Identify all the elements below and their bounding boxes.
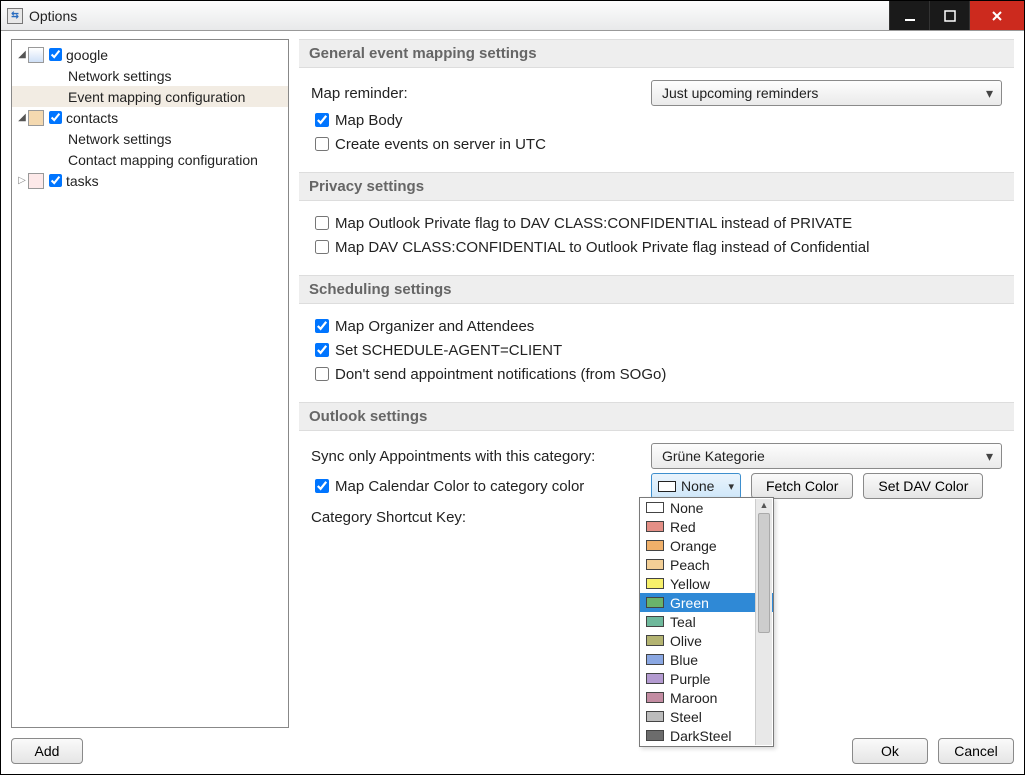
google-checkbox[interactable] <box>49 48 62 61</box>
map-reminder-label: Map reminder: <box>311 85 651 102</box>
map-color-checkbox[interactable]: Map Calendar Color to category color <box>311 476 651 496</box>
expander-icon[interactable]: ◢ <box>16 49 28 60</box>
tree-item-network[interactable]: Network settings <box>12 65 288 86</box>
color-option-label: Peach <box>670 557 710 573</box>
color-option-purple[interactable]: Purple <box>640 669 773 688</box>
scrollbar[interactable] <box>755 499 772 745</box>
sched-opt3-checkbox[interactable]: Don't send appointment notifications (fr… <box>311 364 666 384</box>
fetch-color-button[interactable]: Fetch Color <box>751 473 853 499</box>
expander-icon[interactable]: ▷ <box>16 175 28 186</box>
tree-node-google[interactable]: ◢ google <box>12 44 288 65</box>
minimize-button[interactable] <box>889 1 929 30</box>
settings-panel: General event mapping settings Map remin… <box>299 39 1014 728</box>
color-option-blue[interactable]: Blue <box>640 650 773 669</box>
tree-item-eventmapping[interactable]: Event mapping configuration <box>12 86 288 107</box>
section-header-outlook: Outlook settings <box>299 402 1014 431</box>
color-swatch-icon <box>646 616 664 627</box>
color-option-yellow[interactable]: Yellow <box>640 574 773 593</box>
profile-tree[interactable]: ◢ google Network settings Event mapping … <box>11 39 289 728</box>
privacy-opt1-checkbox[interactable]: Map Outlook Private flag to DAV CLASS:CO… <box>311 213 852 233</box>
calendar-icon <box>28 47 44 63</box>
tree-label: tasks <box>66 173 99 189</box>
color-option-label: Maroon <box>670 690 717 706</box>
color-option-steel[interactable]: Steel <box>640 707 773 726</box>
color-swatch-icon <box>646 635 664 646</box>
color-option-label: Orange <box>670 538 717 554</box>
options-window: ⇆ Options ◢ google Network settings Even… <box>0 0 1025 775</box>
window-title: Options <box>29 8 77 24</box>
utc-checkbox[interactable]: Create events on server in UTC <box>311 134 546 154</box>
color-swatch-icon <box>646 730 664 741</box>
shortcut-key-label: Category Shortcut Key: <box>311 509 466 526</box>
color-option-peach[interactable]: Peach <box>640 555 773 574</box>
color-option-label: Blue <box>670 652 698 668</box>
color-swatch-icon <box>646 559 664 570</box>
privacy-opt2-checkbox[interactable]: Map DAV CLASS:CONFIDENTIAL to Outlook Pr… <box>311 237 869 257</box>
color-option-label: Green <box>670 595 709 611</box>
map-body-checkbox[interactable]: Map Body <box>311 110 403 130</box>
color-swatch-icon <box>658 481 676 492</box>
color-option-label: Purple <box>670 671 710 687</box>
tree-node-contacts[interactable]: ◢ contacts <box>12 107 288 128</box>
color-option-label: Teal <box>670 614 696 630</box>
color-swatch-icon <box>646 673 664 684</box>
color-option-red[interactable]: Red <box>640 517 773 536</box>
tree-item-contactmapping[interactable]: Contact mapping configuration <box>12 149 288 170</box>
color-option-none[interactable]: None <box>640 498 773 517</box>
scrollbar-thumb[interactable] <box>758 513 770 633</box>
section-header-privacy: Privacy settings <box>299 172 1014 201</box>
color-option-orange[interactable]: Orange <box>640 536 773 555</box>
add-button[interactable]: Add <box>11 738 83 764</box>
tree-label: google <box>66 47 108 63</box>
sched-opt2-checkbox[interactable]: Set SCHEDULE-AGENT=CLIENT <box>311 340 562 360</box>
color-swatch-icon <box>646 597 664 608</box>
color-option-teal[interactable]: Teal <box>640 612 773 631</box>
tasks-icon <box>28 173 44 189</box>
color-swatch-icon <box>646 692 664 703</box>
color-option-label: DarkSteel <box>670 728 731 744</box>
ok-button[interactable]: Ok <box>852 738 928 764</box>
color-swatch-icon <box>646 540 664 551</box>
color-option-label: Olive <box>670 633 702 649</box>
color-swatch-icon <box>646 521 664 532</box>
sync-category-label: Sync only Appointments with this categor… <box>311 448 651 465</box>
color-option-darksteel[interactable]: DarkSteel <box>640 726 773 745</box>
color-option-label: Red <box>670 519 696 535</box>
contacts-checkbox[interactable] <box>49 111 62 124</box>
expander-icon[interactable]: ◢ <box>16 112 28 123</box>
section-header-general: General event mapping settings <box>299 39 1014 68</box>
tree-node-tasks[interactable]: ▷ tasks <box>12 170 288 191</box>
sync-category-select[interactable]: Grüne Kategorie <box>651 443 1002 469</box>
color-option-green[interactable]: Green <box>640 593 773 612</box>
tree-item-network[interactable]: Network settings <box>12 128 288 149</box>
color-option-label: None <box>670 500 703 516</box>
color-dropdown-button[interactable]: None <box>651 473 741 499</box>
color-option-olive[interactable]: Olive <box>640 631 773 650</box>
maximize-button[interactable] <box>929 1 969 30</box>
color-swatch-icon <box>646 502 664 513</box>
titlebar[interactable]: ⇆ Options <box>1 1 1024 31</box>
set-dav-color-button[interactable]: Set DAV Color <box>863 473 983 499</box>
contacts-icon <box>28 110 44 126</box>
color-option-label: Yellow <box>670 576 710 592</box>
color-dropdown-list[interactable]: None Red Orange Peach Yellow Green Teal Olive Bl… <box>639 497 774 747</box>
tasks-checkbox[interactable] <box>49 174 62 187</box>
map-reminder-select[interactable]: Just upcoming reminders <box>651 80 1002 106</box>
color-option-label: Steel <box>670 709 702 725</box>
close-button[interactable] <box>969 1 1024 30</box>
cancel-button[interactable]: Cancel <box>938 738 1014 764</box>
tree-label: contacts <box>66 110 118 126</box>
section-header-scheduling: Scheduling settings <box>299 275 1014 304</box>
app-icon: ⇆ <box>7 8 23 24</box>
sched-opt1-checkbox[interactable]: Map Organizer and Attendees <box>311 316 534 336</box>
color-swatch-icon <box>646 711 664 722</box>
color-swatch-icon <box>646 654 664 665</box>
color-swatch-icon <box>646 578 664 589</box>
color-option-maroon[interactable]: Maroon <box>640 688 773 707</box>
